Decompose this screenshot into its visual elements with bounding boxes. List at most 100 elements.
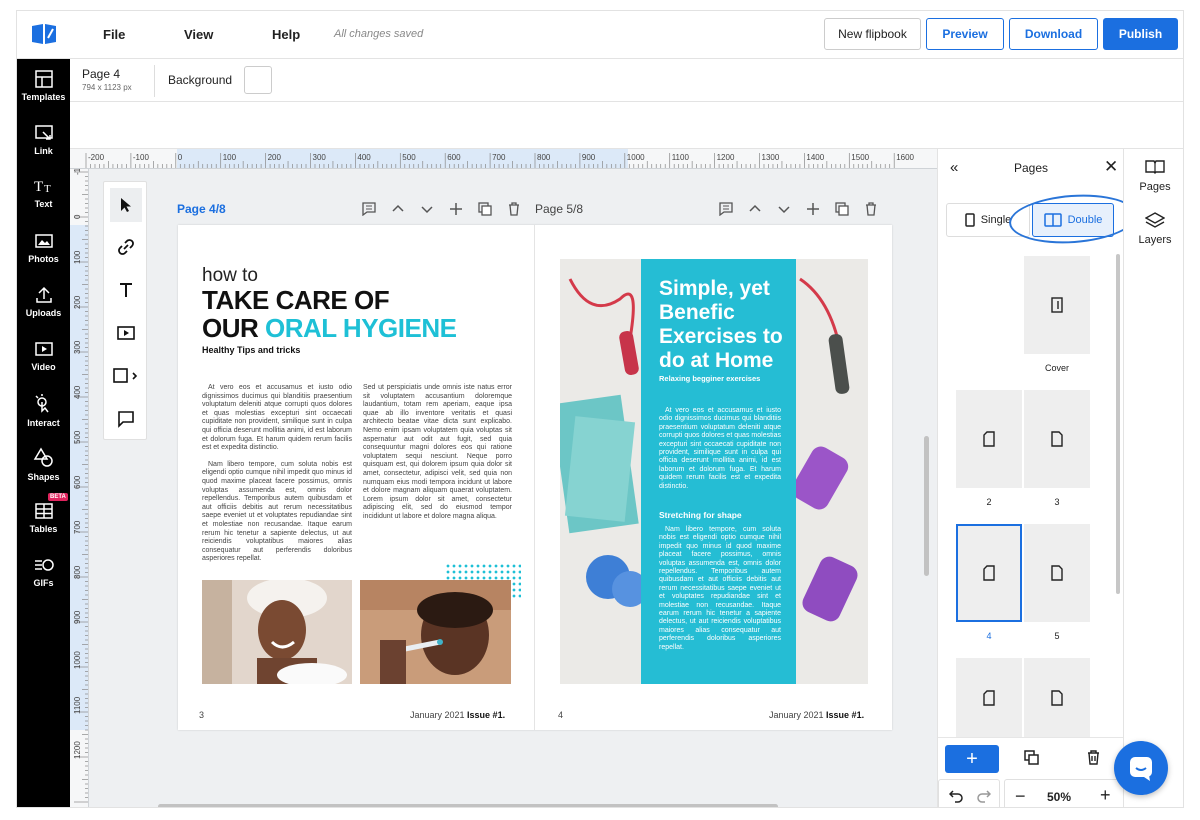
trash-icon[interactable] (861, 199, 881, 219)
preview-button[interactable]: Preview (926, 18, 1004, 50)
ruler-label: 900 (582, 153, 596, 162)
comment-icon[interactable] (359, 199, 379, 219)
body-column-2[interactable]: Sed ut perspiciatis unde omnis iste natu… (363, 384, 512, 522)
link-tool[interactable] (110, 230, 142, 264)
sidebar-item-templates[interactable]: Templates (17, 69, 70, 119)
vertical-scrollbar[interactable] (924, 436, 929, 576)
page-thumb-3[interactable] (1024, 390, 1090, 488)
photo-woman-flossing-image (202, 580, 352, 684)
comment-tool[interactable] (110, 402, 142, 436)
video-tool[interactable] (110, 316, 142, 350)
page-thumb-5[interactable] (1024, 524, 1090, 622)
sidebar-item-gifs[interactable]: GIFs (17, 555, 70, 605)
trash-icon[interactable] (504, 199, 524, 219)
close-icon[interactable]: ✕ (1104, 157, 1118, 177)
flipbook-logo-icon[interactable] (31, 23, 57, 45)
ruler-label: 300 (313, 153, 327, 162)
left-page-label: Page 4/8 (177, 202, 226, 216)
vertical-ruler: -1 0 100 200 300 400 500 600 700 800 900 1000 1100 12… (70, 169, 89, 807)
headline-howto[interactable]: how to (202, 265, 258, 287)
tables-icon (34, 503, 53, 519)
right-page-label: Page 5/8 (535, 202, 584, 216)
article-body-2: Nam libero tempore, cum soluta nobis est… (659, 526, 781, 651)
thumb-label: 5 (1054, 631, 1060, 641)
sidebar-item-photos[interactable]: Photos (17, 231, 70, 281)
page-thumb-cover[interactable] (1024, 256, 1090, 354)
plus-icon[interactable] (803, 199, 823, 219)
background-label: Background (168, 73, 233, 87)
ruler-label: 1500 (851, 153, 869, 162)
ruler-label: 1600 (896, 153, 914, 162)
headline-line1[interactable]: TAKE CARE OF (202, 285, 390, 316)
horizontal-ruler: -200 -100 0 100 200 300 400 500 600 700 800 900 1000… (70, 149, 937, 169)
headline-our: OUR (202, 313, 265, 343)
left-page-controls (359, 199, 524, 219)
ruler-label: -1 (73, 169, 82, 175)
page-thumb-7[interactable] (1024, 658, 1090, 737)
chevron-up-icon[interactable] (388, 199, 408, 219)
chevron-down-icon[interactable] (417, 199, 437, 219)
chevron-up-icon[interactable] (745, 199, 765, 219)
plus-icon[interactable] (446, 199, 466, 219)
headline-line2[interactable]: OUR ORAL HYGIENE (202, 313, 457, 344)
menu-help[interactable]: Help (272, 27, 300, 42)
duplicate-icon[interactable] (475, 199, 495, 219)
chevron-down-icon[interactable] (774, 199, 794, 219)
comment-icon[interactable] (716, 199, 736, 219)
sidebar-item-tables[interactable]: BETA Tables (17, 493, 70, 551)
redo-icon[interactable] (977, 789, 992, 807)
shapes-icon (33, 447, 53, 467)
zoom-level: 50% (1047, 790, 1072, 804)
article-panel[interactable]: Simple, yet Benefic Exercises to do at H… (641, 259, 796, 684)
top-bar: File View Help All changes saved New fli… (17, 11, 1183, 59)
select-tool[interactable] (110, 188, 142, 222)
ruler-label: 800 (73, 565, 82, 579)
page-spread[interactable]: how to TAKE CARE OF OUR ORAL HYGIENE Hea… (178, 225, 892, 730)
text-tool[interactable] (110, 273, 142, 307)
menu-view[interactable]: View (184, 27, 213, 42)
thumb-label: 4 (986, 631, 992, 641)
background-color-swatch[interactable] (244, 66, 272, 94)
tab-pages-label: Pages (1139, 181, 1171, 193)
page-right-icon (1051, 565, 1063, 581)
photo-woman-brushing-image (360, 580, 511, 684)
history-controls (938, 779, 1000, 807)
sidebar-item-interact[interactable]: Interact (17, 393, 70, 443)
zoom-controls: − 50% + (1004, 779, 1124, 807)
horizontal-scrollbar[interactable] (158, 804, 778, 807)
download-button[interactable]: Download (1009, 18, 1098, 50)
tools-palette (103, 181, 147, 440)
pages-panel-scrollbar[interactable] (1116, 254, 1120, 594)
duplicate-icon[interactable] (832, 199, 852, 219)
sidebar-item-video[interactable]: Video (17, 339, 70, 389)
page-thumb-4[interactable] (956, 524, 1022, 622)
menu-file[interactable]: File (103, 27, 125, 42)
new-flipbook-button[interactable]: New flipbook (824, 18, 921, 50)
tab-pages[interactable]: Pages (1124, 159, 1183, 193)
zoom-out-icon[interactable]: − (1015, 787, 1026, 805)
sidebar-item-link[interactable]: Link (17, 123, 70, 173)
photo-woman-flossing[interactable] (202, 580, 352, 684)
tab-layers[interactable]: Layers (1124, 212, 1183, 246)
sidebar-item-text[interactable]: TT Text (17, 176, 70, 226)
ruler-label: 500 (73, 430, 82, 444)
ruler-label: -100 (133, 153, 150, 162)
sidebar-item-shapes[interactable]: Shapes (17, 447, 70, 497)
delete-page-icon[interactable] (1087, 750, 1100, 770)
photo-woman-brushing[interactable] (360, 580, 511, 684)
publish-button[interactable]: Publish (1103, 18, 1178, 50)
ruler-label: 700 (492, 153, 506, 162)
page-thumb-6[interactable] (956, 658, 1022, 737)
subheading[interactable]: Healthy Tips and tricks (202, 345, 300, 355)
sidebar-item-uploads[interactable]: Uploads (17, 285, 70, 335)
page-thumb-2[interactable] (956, 390, 1022, 488)
chat-button[interactable] (1114, 741, 1168, 795)
undo-icon[interactable] (948, 789, 963, 807)
body-column-1[interactable]: At vero eos et accusamus et iusto odio d… (202, 384, 352, 564)
shape-tool[interactable] (110, 359, 142, 393)
link-icon (34, 125, 53, 140)
zoom-in-icon[interactable]: + (1100, 786, 1111, 804)
duplicate-page-icon[interactable] (1024, 750, 1039, 770)
add-page-button[interactable]: + (945, 745, 999, 773)
ruler-label: 100 (73, 250, 82, 264)
